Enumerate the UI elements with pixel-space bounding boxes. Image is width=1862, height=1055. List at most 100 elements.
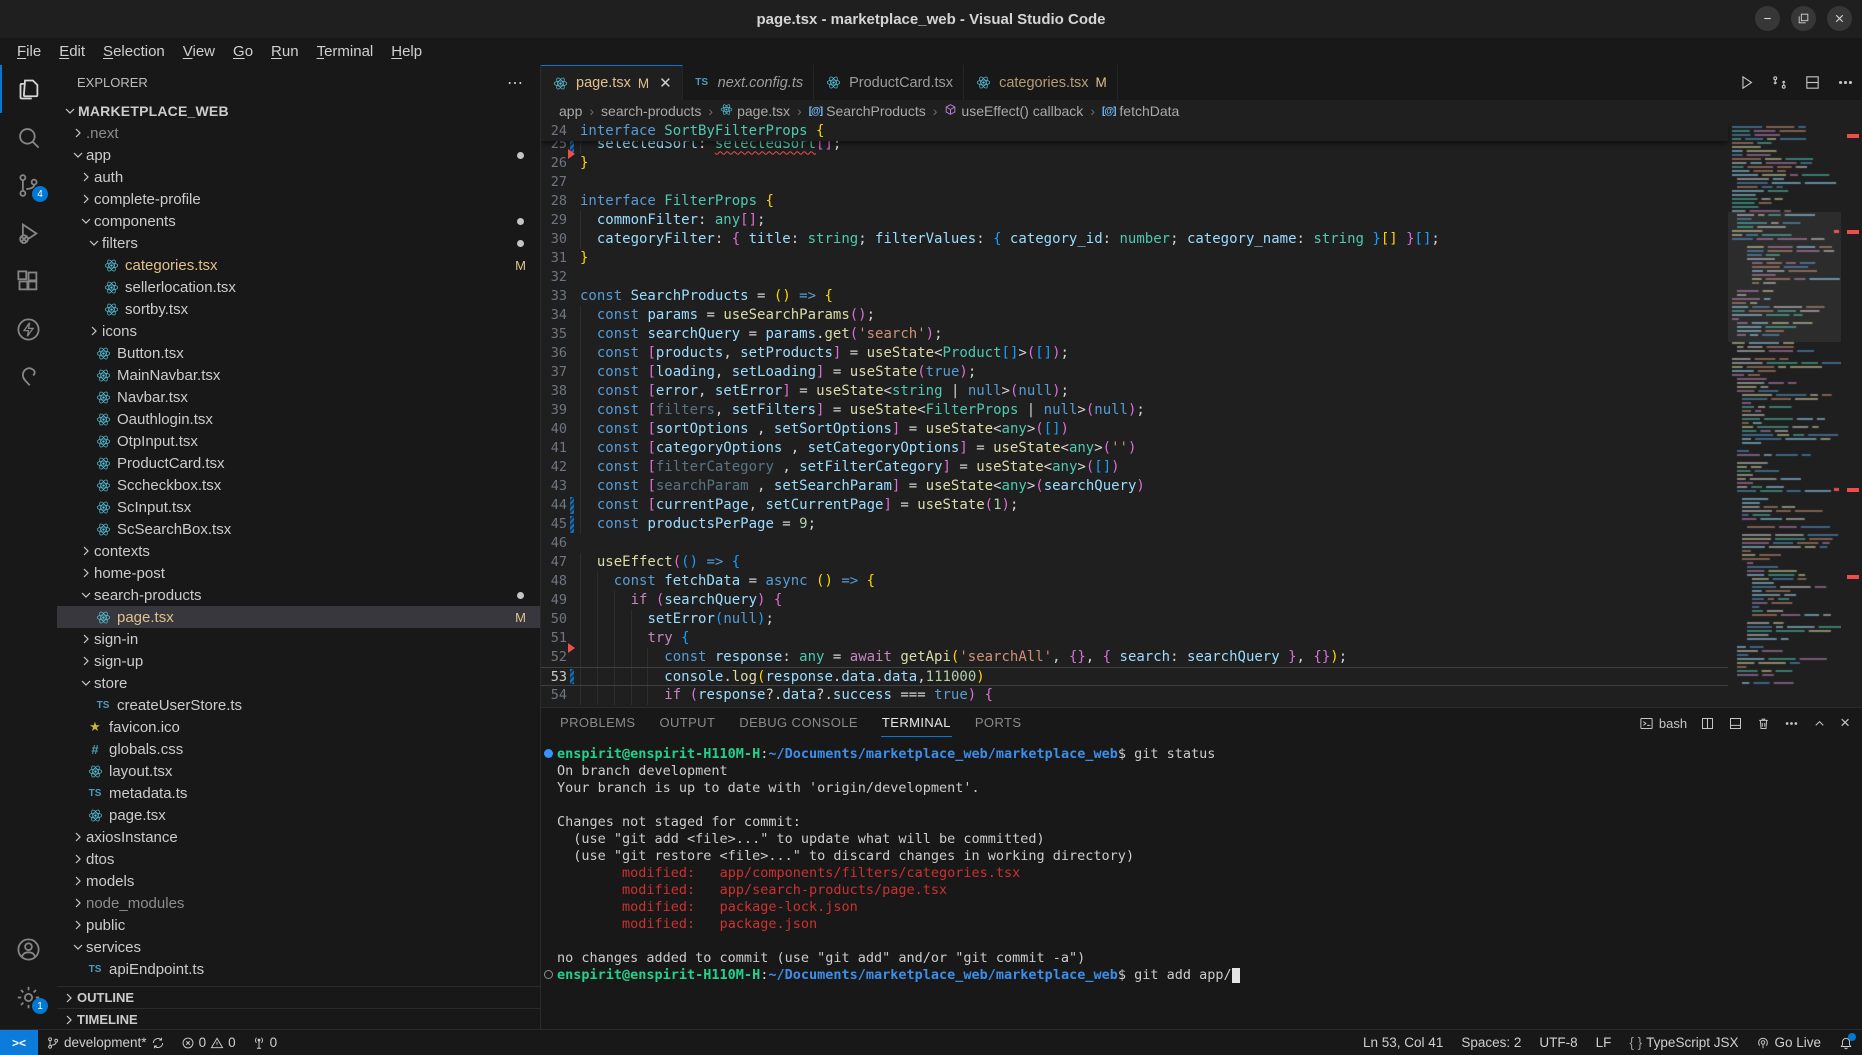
menu-item-run[interactable]: Run xyxy=(262,40,308,63)
open-pane-button[interactable] xyxy=(1728,716,1743,731)
code-line[interactable]: 44 const [currentPage, setCurrentPage] =… xyxy=(541,496,1728,515)
breadcrumb-item[interactable]: [@]SearchProducts xyxy=(809,103,926,119)
tree-item[interactable]: page.tsx xyxy=(57,804,540,826)
tree-item[interactable]: ★favicon.ico xyxy=(57,716,540,738)
status-go-live[interactable]: Go Live xyxy=(1747,1030,1830,1055)
status-language[interactable]: { }TypeScript JSX xyxy=(1620,1030,1747,1055)
tree-item[interactable]: node_modules xyxy=(57,892,540,914)
tree-root[interactable]: MARKETPLACE_WEB xyxy=(57,100,540,122)
tree-item[interactable]: sellerlocation.tsx xyxy=(57,276,540,298)
menu-item-file[interactable]: File xyxy=(8,40,50,63)
code-line[interactable]: 39 const [filters, setFilters] = useStat… xyxy=(541,401,1728,420)
breadcrumb-item[interactable]: app xyxy=(559,103,582,119)
tree-item[interactable]: layout.tsx xyxy=(57,760,540,782)
tree-item[interactable]: Oauthlogin.tsx xyxy=(57,408,540,430)
tree-item[interactable]: sign-in xyxy=(57,628,540,650)
tree-item[interactable]: auth xyxy=(57,166,540,188)
breadcrumb-item[interactable]: search-products xyxy=(601,103,701,119)
code-line[interactable]: 36 const [products, setProducts] = useSt… xyxy=(541,344,1728,363)
code-line[interactable]: 41 const [categoryOptions , setCategoryO… xyxy=(541,439,1728,458)
tree-item[interactable]: complete-profile xyxy=(57,188,540,210)
minimize-button[interactable] xyxy=(1755,6,1780,31)
code-line[interactable]: 29 commonFilter: any[]; xyxy=(541,211,1728,230)
tree-item[interactable]: sign-up xyxy=(57,650,540,672)
code-line[interactable]: 35 const searchQuery = params.get('searc… xyxy=(541,325,1728,344)
code-line[interactable]: 52 const response: any = await getApi('s… xyxy=(541,648,1728,667)
code-line[interactable]: 54 if (response?.data?.success === true)… xyxy=(541,686,1728,705)
code-line[interactable]: 34 const params = useSearchParams(); xyxy=(541,306,1728,325)
code-line[interactable]: 28interface FilterProps { xyxy=(541,192,1728,211)
status-branch[interactable]: development* xyxy=(38,1030,173,1055)
maximize-panel-button[interactable] xyxy=(1812,716,1827,731)
code-line[interactable]: 31} xyxy=(541,249,1728,268)
tree-item[interactable]: MainNavbar.tsx xyxy=(57,364,540,386)
tree-item[interactable]: ProductCard.tsx xyxy=(57,452,540,474)
more-actions-button[interactable] xyxy=(1837,74,1854,91)
tree-item[interactable]: ScInput.tsx xyxy=(57,496,540,518)
code-line[interactable]: 37 const [loading, setLoading] = useStat… xyxy=(541,363,1728,382)
status-notifications[interactable] xyxy=(1830,1030,1862,1055)
code-editor[interactable]: 25 selectedSort: selectedSort[];26}2728i… xyxy=(541,122,1862,707)
tree-item[interactable]: store xyxy=(57,672,540,694)
split-terminal-button[interactable] xyxy=(1700,716,1715,731)
code-line[interactable]: 45 const productsPerPage = 9; xyxy=(541,515,1728,534)
thunder-client-icon[interactable] xyxy=(0,305,57,353)
source-control-icon[interactable]: 4 xyxy=(0,161,57,209)
tree-item[interactable]: TScreateUserStore.ts xyxy=(57,694,540,716)
split-editor-button[interactable] xyxy=(1804,74,1821,91)
close-panel-button[interactable]: × xyxy=(1840,713,1850,733)
status-indentation[interactable]: Spaces: 2 xyxy=(1452,1030,1530,1055)
tab-next.config.ts[interactable]: TSnext.config.ts xyxy=(683,65,814,100)
run-debug-icon[interactable] xyxy=(0,209,57,257)
tab-page.tsx[interactable]: page.tsxM✕ xyxy=(541,65,683,100)
tree-item[interactable]: components xyxy=(57,210,540,232)
tree-item[interactable]: page.tsxM xyxy=(57,606,540,628)
tree-item[interactable]: Button.tsx xyxy=(57,342,540,364)
menu-item-selection[interactable]: Selection xyxy=(94,40,174,63)
close-button[interactable] xyxy=(1827,6,1852,31)
status-eol[interactable]: LF xyxy=(1587,1030,1621,1055)
tree-item[interactable]: TSapiEndpoint.ts xyxy=(57,958,540,980)
status-encoding[interactable]: UTF-8 xyxy=(1530,1030,1586,1055)
tree-item[interactable]: Navbar.tsx xyxy=(57,386,540,408)
tree-item[interactable]: services xyxy=(57,936,540,958)
panel-tab-problems[interactable]: PROBLEMS xyxy=(559,709,636,737)
tree-item[interactable]: categories.tsxM xyxy=(57,254,540,276)
tree-item[interactable]: app xyxy=(57,144,540,166)
tree-item[interactable]: TSmetadata.ts xyxy=(57,782,540,804)
more-actions-icon[interactable]: ⋯ xyxy=(507,73,524,93)
code-line[interactable]: 49 if (searchQuery) { xyxy=(541,591,1728,610)
terminal[interactable]: enspirit@enspirit-H110M-H:~/Documents/ma… xyxy=(541,738,1862,1029)
code-line[interactable]: 38 const [error, setError] = useState<st… xyxy=(541,382,1728,401)
menu-item-go[interactable]: Go xyxy=(224,40,262,63)
minimap[interactable] xyxy=(1728,122,1841,707)
code-line[interactable]: 33const SearchProducts = () => { xyxy=(541,287,1728,306)
tab-ProductCard.tsx[interactable]: ProductCard.tsx xyxy=(814,65,964,100)
code-line[interactable]: 40 const [sortOptions , setSortOptions] … xyxy=(541,420,1728,439)
tree-item[interactable]: models xyxy=(57,870,540,892)
tree-item[interactable]: axiosInstance xyxy=(57,826,540,848)
code-line[interactable]: 32 xyxy=(541,268,1728,287)
code-line[interactable]: 48 const fetchData = async () => { xyxy=(541,572,1728,591)
open-changes-button[interactable] xyxy=(1771,74,1788,91)
tree-item[interactable]: home-post xyxy=(57,562,540,584)
shell-selector[interactable]: bash xyxy=(1639,716,1687,731)
breadcrumb-item[interactable]: [@]fetchData xyxy=(1102,103,1179,119)
code-line[interactable]: 47 useEffect(() => { xyxy=(541,553,1728,572)
status-ports[interactable]: 0 xyxy=(244,1030,286,1055)
code-line[interactable]: 46 xyxy=(541,534,1728,553)
menu-item-help[interactable]: Help xyxy=(382,40,431,63)
tree-item[interactable]: public xyxy=(57,914,540,936)
close-icon[interactable]: ✕ xyxy=(659,74,672,92)
code-line[interactable]: 51 try { xyxy=(541,629,1728,648)
section-timeline[interactable]: TIMELINE xyxy=(57,1008,540,1030)
tree-item[interactable]: icons xyxy=(57,320,540,342)
menu-item-terminal[interactable]: Terminal xyxy=(308,40,383,63)
run-button[interactable] xyxy=(1738,74,1755,91)
tree-item[interactable]: .next xyxy=(57,122,540,144)
status-remote[interactable]: >< xyxy=(0,1030,38,1055)
tab-categories.tsx[interactable]: categories.tsxM xyxy=(964,65,1118,100)
code-line[interactable]: 30 categoryFilter: { title: string; filt… xyxy=(541,230,1728,249)
tree-item[interactable]: OtpInput.tsx xyxy=(57,430,540,452)
tree-item[interactable]: filters xyxy=(57,232,540,254)
